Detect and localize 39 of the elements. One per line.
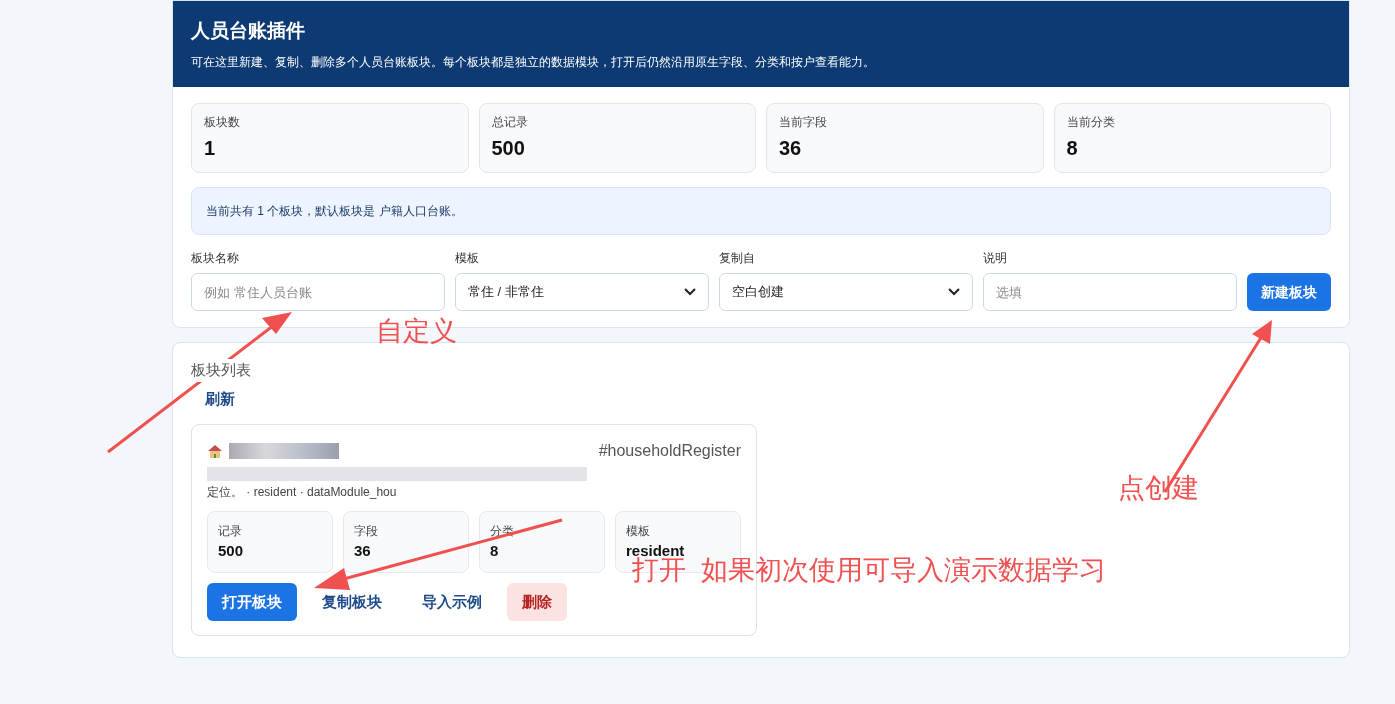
annotation-text: 点创建: [1118, 472, 1199, 505]
refresh-link[interactable]: 刷新: [191, 387, 249, 410]
field-label: 复制自: [719, 250, 756, 267]
stat-value: 500: [218, 540, 245, 561]
stat-label: 总记录: [491, 114, 529, 131]
page-title: 人员台账插件: [191, 18, 306, 43]
text-field[interactable]: 例如 常住人员台账: [191, 273, 445, 311]
action-button[interactable]: 删除: [507, 583, 567, 621]
stat-label: 字段: [354, 522, 379, 540]
info-notice: 当前共有 1 个板块，默认板块是 户籍人口台账。: [191, 187, 1331, 235]
chevron-down-icon: [684, 288, 696, 296]
action-button[interactable]: 复制板块: [307, 583, 397, 621]
stat-value: 36: [779, 136, 803, 161]
stat-label: 当前字段: [779, 114, 828, 131]
create-button[interactable]: 新建板块: [1247, 273, 1331, 311]
field-label: 模板: [455, 250, 480, 267]
text-field[interactable]: 选填: [983, 273, 1237, 311]
stat-value: 500: [491, 136, 526, 161]
module-description: 定位。 · resident · dataModule_hou: [207, 484, 398, 501]
page-subtitle: 可在这里新建、复制、删除多个人员台账板块。每个板块都是独立的数据模块，打开后仍然沿用原生字段、分类和按户查看能力。: [191, 54, 876, 72]
action-button[interactable]: 打开板块: [207, 583, 297, 621]
annotation-text: 自定义: [376, 315, 457, 348]
stat-label: 当前分类: [1066, 114, 1116, 131]
stat-value: 36: [354, 540, 372, 561]
stat-label: 模板: [626, 522, 651, 540]
section-title: 板块列表: [191, 359, 251, 382]
select-field[interactable]: 空白创建: [719, 273, 973, 311]
module-key: #householdRegister: [598, 439, 741, 463]
stat-value: 8: [1066, 136, 1079, 161]
action-button[interactable]: 导入示例: [407, 583, 497, 621]
stat-value: 1: [204, 136, 217, 161]
select-field[interactable]: 常住 / 非常住: [455, 273, 709, 311]
field-label: 说明: [983, 250, 1008, 267]
stat-label: 板块数: [204, 114, 241, 131]
chevron-down-icon: [948, 288, 960, 296]
stat-label: 记录: [218, 522, 243, 540]
house-icon: [207, 443, 223, 459]
stat-value: 8: [490, 540, 500, 561]
field-label: 板块名称: [191, 250, 240, 267]
